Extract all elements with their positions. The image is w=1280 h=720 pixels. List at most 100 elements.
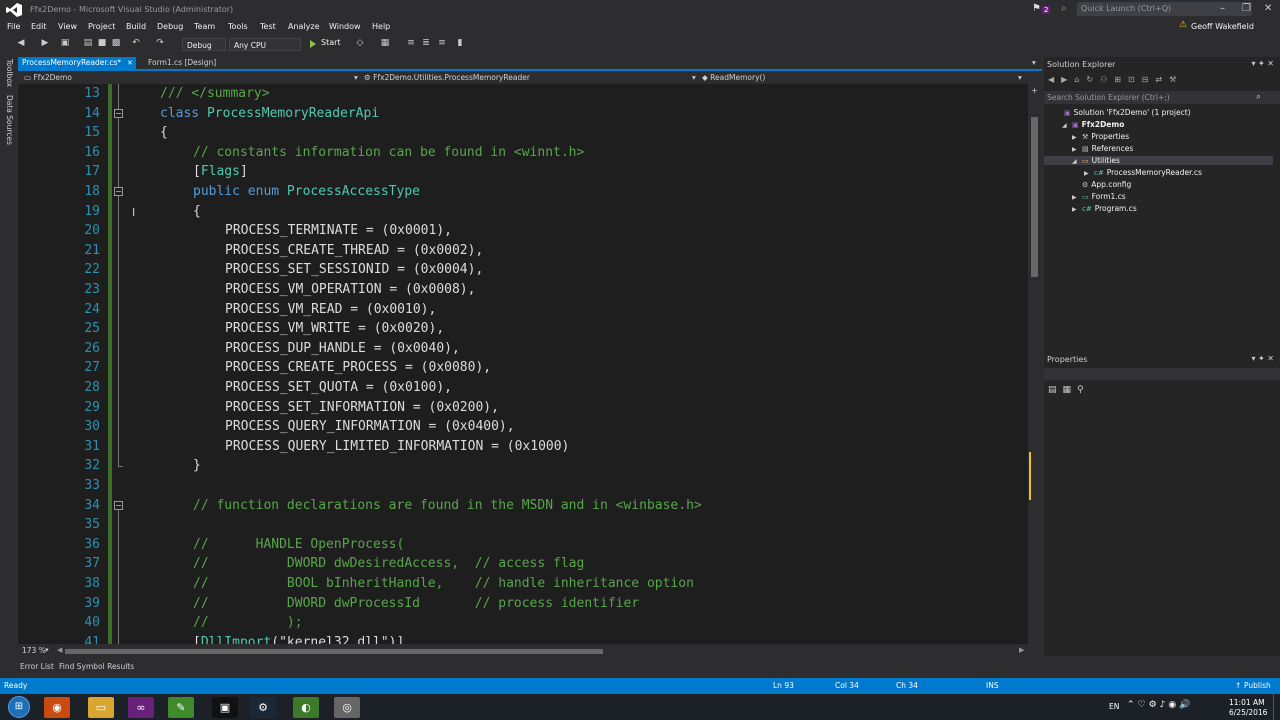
scroll-left-icon[interactable]: ◀ (57, 646, 62, 654)
menu-view[interactable]: View (58, 22, 77, 31)
save-all-icon[interactable]: ▩ (111, 38, 121, 48)
expand-arrow-icon[interactable]: ▶ (1072, 134, 1082, 141)
vertical-scroll-thumb[interactable] (1031, 117, 1038, 277)
code-line[interactable]: 13 /// </summary> (18, 84, 1028, 104)
menu-window[interactable]: Window (329, 22, 361, 31)
open-file-icon[interactable]: ▤ (83, 38, 93, 48)
code-line[interactable]: 29 PROCESS_SET_INFORMATION = (0x0200), (18, 398, 1028, 418)
horizontal-scroll-thumb[interactable] (65, 649, 603, 654)
back-icon[interactable]: ◀ (16, 38, 26, 48)
notepad-plus-taskbar-icon[interactable]: ✎ (168, 697, 194, 718)
menu-tools[interactable]: Tools (228, 22, 248, 31)
code-line[interactable]: 21 PROCESS_CREATE_THREAD = (0x0002), (18, 241, 1028, 261)
solution-tree-item[interactable]: ▶ ▤ References (1072, 144, 1133, 153)
solution-tree-item[interactable]: ▶ ⚒ Properties (1072, 132, 1129, 141)
tab-close-icon[interactable]: ✕ (127, 59, 133, 67)
input-language[interactable]: EN (1109, 702, 1119, 711)
menu-debug[interactable]: Debug (157, 22, 183, 31)
code-line[interactable]: 14 class ProcessMemoryReaderApi (18, 104, 1028, 124)
code-line[interactable]: 28 PROCESS_SET_QUOTA = (0x0100), (18, 378, 1028, 398)
member-dropdown-arrow-icon[interactable]: ▾ (1018, 72, 1022, 83)
menu-test[interactable]: Test (260, 22, 276, 31)
code-line[interactable]: 33 (18, 476, 1028, 496)
code-line[interactable]: 19 { (18, 202, 1028, 222)
collapse-region-icon[interactable]: − (114, 108, 123, 118)
zoom-level[interactable]: 173 % (22, 646, 46, 655)
collapse-region-icon[interactable]: − (114, 187, 123, 196)
redo-icon[interactable]: ↷ (155, 38, 165, 48)
collapse-arrow-icon[interactable]: ◢ (1072, 158, 1082, 165)
attach-icon[interactable]: ◇ (355, 38, 365, 48)
properties-toolbar-icons[interactable]: ▤▦⚲ (1048, 385, 1090, 395)
code-line[interactable]: 39 // DWORD dwProcessId // process identi… (18, 594, 1028, 614)
toolbox-tab[interactable]: Toolbox (5, 59, 14, 87)
solution-tree-item[interactable]: ▶ c# ProcessMemoryReader.cs (1084, 168, 1202, 177)
outdent-icon[interactable]: ≡ (437, 38, 447, 48)
solution-tree-item[interactable]: ▶ c# Program.cs (1072, 204, 1137, 213)
publish-button[interactable]: Publish (1244, 681, 1271, 690)
code-line[interactable]: 20 PROCESS_TERMINATE = (0x0001), (18, 221, 1028, 241)
restore-icon[interactable]: ❐ (1242, 3, 1251, 14)
notifications-flag-icon[interactable]: ⚑ (1032, 3, 1041, 14)
code-line[interactable]: 17 [Flags] (18, 162, 1028, 182)
find-symbol-results-tab[interactable]: Find Symbol Results (59, 662, 134, 671)
solution-explorer-toolbar[interactable]: ◀▶⌂↻⚇⊞⊡⊟⇄⚒ (1048, 75, 1228, 87)
expand-arrow-icon[interactable]: ▶ (1072, 206, 1082, 213)
user-name[interactable]: Geoff Wakefield (1191, 22, 1254, 31)
expand-arrow-icon[interactable]: ▶ (1072, 194, 1082, 201)
code-line[interactable]: 41 [DllImport("kernel32.dll")] (18, 633, 1028, 644)
code-line[interactable]: 25 PROCESS_VM_WRITE = (0x0020), (18, 319, 1028, 339)
menu-team[interactable]: Team (194, 22, 215, 31)
expand-arrow-icon[interactable]: ▶ (1084, 170, 1094, 177)
save-icon[interactable]: ■ (97, 38, 107, 48)
new-project-icon[interactable]: ▣ (60, 38, 70, 48)
undo-icon[interactable]: ↶ (131, 38, 141, 48)
publish-icon[interactable]: ↑ (1235, 681, 1241, 690)
search-icon[interactable]: ⌕ (1256, 92, 1261, 102)
error-list-tab[interactable]: Error List (20, 662, 54, 671)
system-tray-icons[interactable]: ⌃♡⚙♪◉🔊 (1127, 700, 1193, 710)
tab-form1-design[interactable]: Form1.cs [Design] (144, 57, 224, 69)
find-icon[interactable]: ▦ (380, 38, 390, 48)
properties-object-selector[interactable] (1044, 368, 1280, 380)
expand-arrow-icon[interactable]: ▶ (1072, 146, 1082, 153)
code-line[interactable]: 24 PROCESS_VM_READ = (0x0010), (18, 300, 1028, 320)
nvidia-taskbar-icon[interactable]: ◐ (293, 697, 319, 718)
visual-studio-taskbar-icon[interactable]: ∞ (128, 697, 154, 718)
steam-taskbar-icon[interactable]: ⚙ (250, 697, 276, 718)
code-line[interactable]: 36 // HANDLE OpenProcess( (18, 535, 1028, 555)
code-line[interactable]: 15 { (18, 123, 1028, 143)
solution-tree-item[interactable]: ◢ ▭ Utilities (1044, 156, 1273, 165)
code-line[interactable]: 31 PROCESS_QUERY_LIMITED_INFORMATION = (0… (18, 437, 1028, 457)
code-editor[interactable]: 13 /// </summary> 14 class ProcessMemoryRea… (18, 84, 1028, 644)
code-line[interactable]: 22 PROCESS_SET_SESSIONID = (0x0004), (18, 260, 1028, 280)
menu-analyze[interactable]: Analyze (288, 22, 320, 31)
align-left-icon[interactable]: ≡ (406, 38, 416, 48)
solution-tree-item[interactable]: ◢ ▣ Ffx2Demo (1062, 120, 1124, 129)
bookmark-icon[interactable]: ▮ (455, 38, 465, 48)
windows-start-button[interactable]: ⊞ (8, 696, 30, 718)
code-line[interactable]: 23 PROCESS_VM_OPERATION = (0x0008), (18, 280, 1028, 300)
start-button[interactable]: Start (321, 38, 341, 47)
solution-explorer-search-input[interactable]: Search Solution Explorer (Ctrl+;) (1044, 91, 1280, 104)
panel-pin-close-icons[interactable]: ▾ ✦ ✕ (1251, 59, 1274, 68)
code-line[interactable]: 18 public enum ProcessAccessType (18, 182, 1028, 202)
class-dropdown-arrow-icon[interactable]: ▾ (692, 72, 696, 83)
code-line[interactable]: 26 PROCESS_DUP_HANDLE = (0x0040), (18, 339, 1028, 359)
code-line[interactable]: 35 (18, 515, 1028, 535)
code-line[interactable]: 27 PROCESS_CREATE_PROCESS = (0x0080), (18, 358, 1028, 378)
code-line[interactable]: 16 // constants information can be found … (18, 143, 1028, 163)
class-dropdown[interactable]: ⚙ Ffx2Demo.Utilities.ProcessMemoryReader (364, 72, 530, 83)
code-line[interactable]: 34 // function declarations are found in … (18, 496, 1028, 516)
scroll-right-icon[interactable]: ▶ (1019, 646, 1024, 654)
code-line[interactable]: 40 // ); (18, 613, 1028, 633)
collapse-region-icon[interactable]: − (114, 500, 123, 510)
project-dropdown-arrow-icon[interactable]: ▾ (354, 72, 358, 83)
clock-time[interactable]: 11:01 AM (1229, 698, 1265, 707)
menu-build[interactable]: Build (126, 22, 146, 31)
solution-tree-item[interactable]: ▶ ▭ Form1.cs (1072, 192, 1126, 201)
app-taskbar-icon[interactable]: ◎ (334, 697, 360, 718)
quick-launch-input[interactable]: Quick Launch (Ctrl+Q) (1077, 2, 1252, 16)
data-sources-tab[interactable]: Data Sources (5, 95, 14, 145)
indent-icon[interactable]: ≣ (421, 38, 431, 48)
